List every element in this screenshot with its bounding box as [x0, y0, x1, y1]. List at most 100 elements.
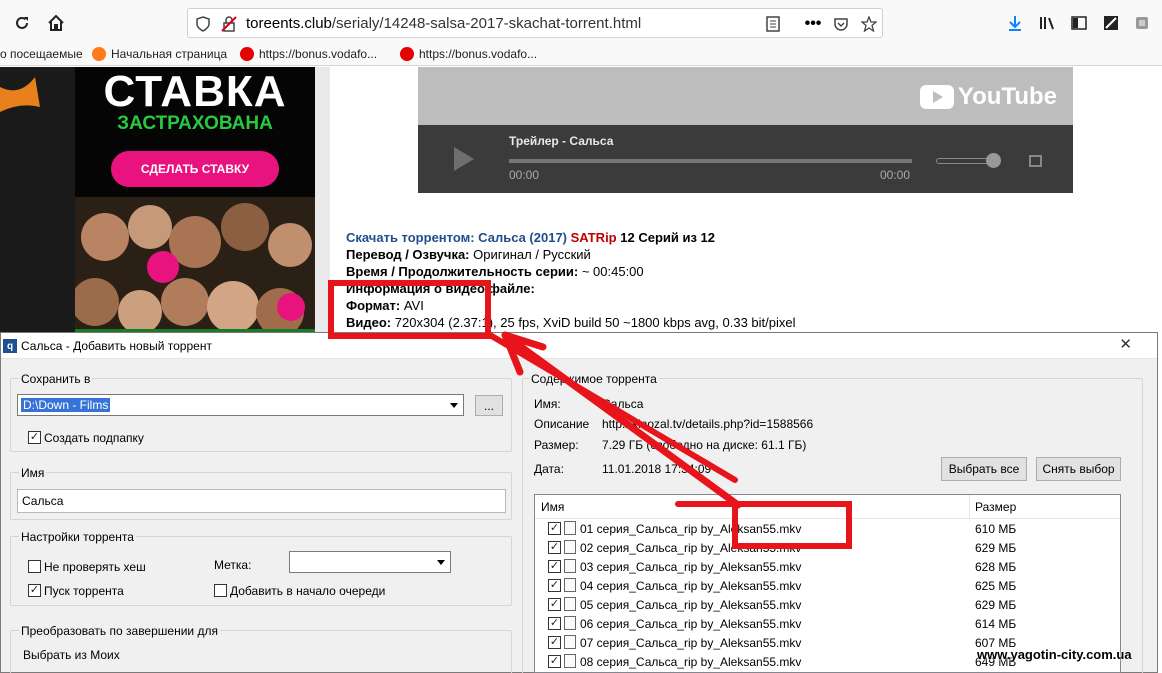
skip-hash-label: Не проверять хеш [44, 560, 146, 574]
file-icon [564, 635, 576, 649]
youtube-logo: YouTube [919, 83, 1057, 111]
file-size: 629 МБ [975, 541, 1017, 555]
skip-hash-checkbox[interactable] [28, 560, 41, 573]
file-list-header: Имя Размер [535, 495, 1120, 519]
name-label: Имя [19, 466, 47, 480]
downloads-icon[interactable] [1001, 9, 1029, 37]
qbittorrent-icon: q [3, 339, 17, 353]
bookmark-most-visited[interactable]: о посещаемые [0, 47, 83, 61]
duration-label: Время / Продолжительность серии: [346, 264, 579, 279]
start-torrent-checkbox[interactable]: ✓ [28, 584, 41, 597]
page-divider [315, 67, 330, 337]
column-size[interactable]: Размер [975, 500, 1016, 514]
file-name: 05 серия_Сальса_rip by_Aleksan55.mkv [580, 598, 802, 612]
start-torrent-label: Пуск торрента [44, 584, 124, 598]
file-row[interactable]: ✓ 06 серия_Сальса_rip by_Aleksan55.mkv 614… [535, 614, 1120, 633]
file-name: 02 серия_Сальса_rip by_Aleksan55.mkv [580, 541, 802, 555]
url-text[interactable]: toreents.club/serialy/14248-salsa-2017-s… [246, 15, 641, 32]
bookmarks-bar: о посещаемые Начальная страница https://… [0, 44, 1162, 66]
file-icon [564, 616, 576, 630]
home-icon[interactable] [42, 9, 70, 37]
file-checkbox[interactable]: ✓ [548, 655, 561, 668]
chevron-down-icon[interactable] [437, 560, 445, 565]
file-checkbox[interactable]: ✓ [548, 560, 561, 573]
save-path-combo[interactable]: D:\Down - Films [17, 394, 464, 416]
info-date-key: Дата: [534, 462, 564, 476]
browse-button[interactable]: ... [475, 395, 503, 416]
file-icon [564, 559, 576, 573]
tag-label: Метка: [214, 558, 252, 572]
format-value: AVI [403, 298, 424, 313]
file-row[interactable]: ✓ 04 серия_Сальса_rip by_Aleksan55.mkv 625… [535, 576, 1120, 595]
save-to-label: Сохранить в [19, 372, 93, 386]
play-icon[interactable] [454, 147, 474, 171]
file-checkbox[interactable]: ✓ [548, 541, 561, 554]
tag-combo[interactable] [289, 551, 451, 573]
file-checkbox[interactable]: ✓ [548, 522, 561, 535]
file-checkbox[interactable]: ✓ [548, 636, 561, 649]
dialog-titlebar[interactable]: q Сальса - Добавить новый торрент ✕ [1, 333, 1157, 359]
sidebar-icon[interactable] [1065, 9, 1093, 37]
choose-from-mine-label: Выбрать из Моих [23, 648, 120, 662]
torrent-settings-label: Настройки торрента [19, 530, 136, 544]
file-icon [564, 540, 576, 554]
info-name-key: Имя: [534, 397, 561, 411]
ad-bet-button[interactable]: СДЕЛАТЬ СТАВКУ [111, 151, 279, 187]
create-subfolder-checkbox[interactable]: ✓ [28, 431, 41, 444]
reload-icon[interactable] [8, 9, 36, 37]
reader-view-icon[interactable] [764, 15, 782, 33]
bookmark-vodafone-1[interactable]: https://bonus.vodafo... [240, 47, 377, 61]
add-top-queue-checkbox[interactable] [214, 584, 227, 597]
chevron-down-icon[interactable] [450, 403, 458, 408]
info-name-value: Сальса [602, 397, 644, 411]
save-path-value: D:\Down - Films [21, 398, 111, 412]
select-all-button[interactable]: Выбрать все [941, 457, 1027, 481]
file-row[interactable]: ✓ 01 серия_Сальса_rip by_Aleksan55.mkv 610… [535, 519, 1120, 538]
volume-knob[interactable] [986, 153, 1001, 168]
watermark: www.yagotin-city.com.ua [977, 647, 1132, 662]
video-info-label: Информация о видео файле: [346, 281, 535, 296]
video-progress-bar[interactable] [509, 159, 912, 163]
pocket-icon[interactable] [832, 15, 850, 33]
file-size: 629 МБ [975, 598, 1017, 612]
youtube-embed[interactable]: YouTube Трейлер - Сальса 00:00 00:00 [418, 67, 1073, 193]
file-name: 07 серия_Сальса_rip by_Aleksan55.mkv [580, 636, 802, 650]
page-actions-icon[interactable]: ••• [804, 15, 822, 33]
betting-ad[interactable]: СТАВКА ЗАСТРАХОВАНА СДЕЛАТЬ СТАВКУ [75, 67, 315, 337]
firefox-icon [92, 47, 106, 61]
file-checkbox[interactable]: ✓ [548, 598, 561, 611]
file-row[interactable]: ✓ 05 серия_Сальса_rip by_Aleksan55.mkv 629… [535, 595, 1120, 614]
url-bar[interactable]: toreents.club/serialy/14248-salsa-2017-s… [187, 8, 883, 38]
duration-value: ~ 00:45:00 [581, 264, 644, 279]
video-label: Видео: [346, 315, 392, 330]
file-row[interactable]: ✓ 03 серия_Сальса_rip by_Aleksan55.mkv 628… [535, 557, 1120, 576]
video-time-current: 00:00 [509, 168, 540, 182]
bookmark-star-icon[interactable] [860, 15, 878, 33]
column-name[interactable]: Имя [541, 500, 564, 514]
torrent-name-input[interactable]: Сальса [17, 489, 506, 513]
tracking-shield-icon[interactable] [194, 15, 212, 33]
bookmark-home[interactable]: Начальная страница [92, 47, 227, 61]
format-label: Формат: [346, 298, 401, 313]
info-description-value[interactable]: http://kinozal.tv/details.php?id=1588566 [602, 417, 813, 431]
file-checkbox[interactable]: ✓ [548, 579, 561, 592]
bookmark-vodafone-2[interactable]: https://bonus.vodafo... [400, 47, 537, 61]
file-row[interactable]: ✓ 02 серия_Сальса_rip by_Aleksan55.mkv 629… [535, 538, 1120, 557]
vodafone-icon [240, 47, 254, 61]
file-name: 04 серия_Сальса_rip by_Aleksan55.mkv [580, 579, 802, 593]
file-size: 610 МБ [975, 522, 1017, 536]
insecure-lock-icon[interactable] [220, 15, 238, 33]
file-checkbox[interactable]: ✓ [548, 617, 561, 630]
deselect-button[interactable]: Снять выбор [1036, 457, 1121, 481]
torrent-content-label: Содержимое торрента [529, 372, 659, 386]
fullscreen-icon[interactable] [1029, 155, 1042, 167]
file-name: 03 серия_Сальса_rip by_Aleksan55.mkv [580, 560, 802, 574]
video-time-total: 00:00 [880, 168, 911, 182]
browser-toolbar: toreents.club/serialy/14248-salsa-2017-s… [0, 0, 1162, 44]
download-title[interactable]: Скачать торрентом: Сальса (2017) [346, 230, 567, 245]
library-icon[interactable] [1033, 9, 1061, 37]
extension-icon[interactable] [1128, 9, 1156, 37]
screenshot-icon[interactable] [1097, 9, 1125, 37]
close-icon[interactable]: ✕ [1119, 335, 1132, 353]
video-controls: Трейлер - Сальса 00:00 00:00 [418, 125, 1073, 193]
